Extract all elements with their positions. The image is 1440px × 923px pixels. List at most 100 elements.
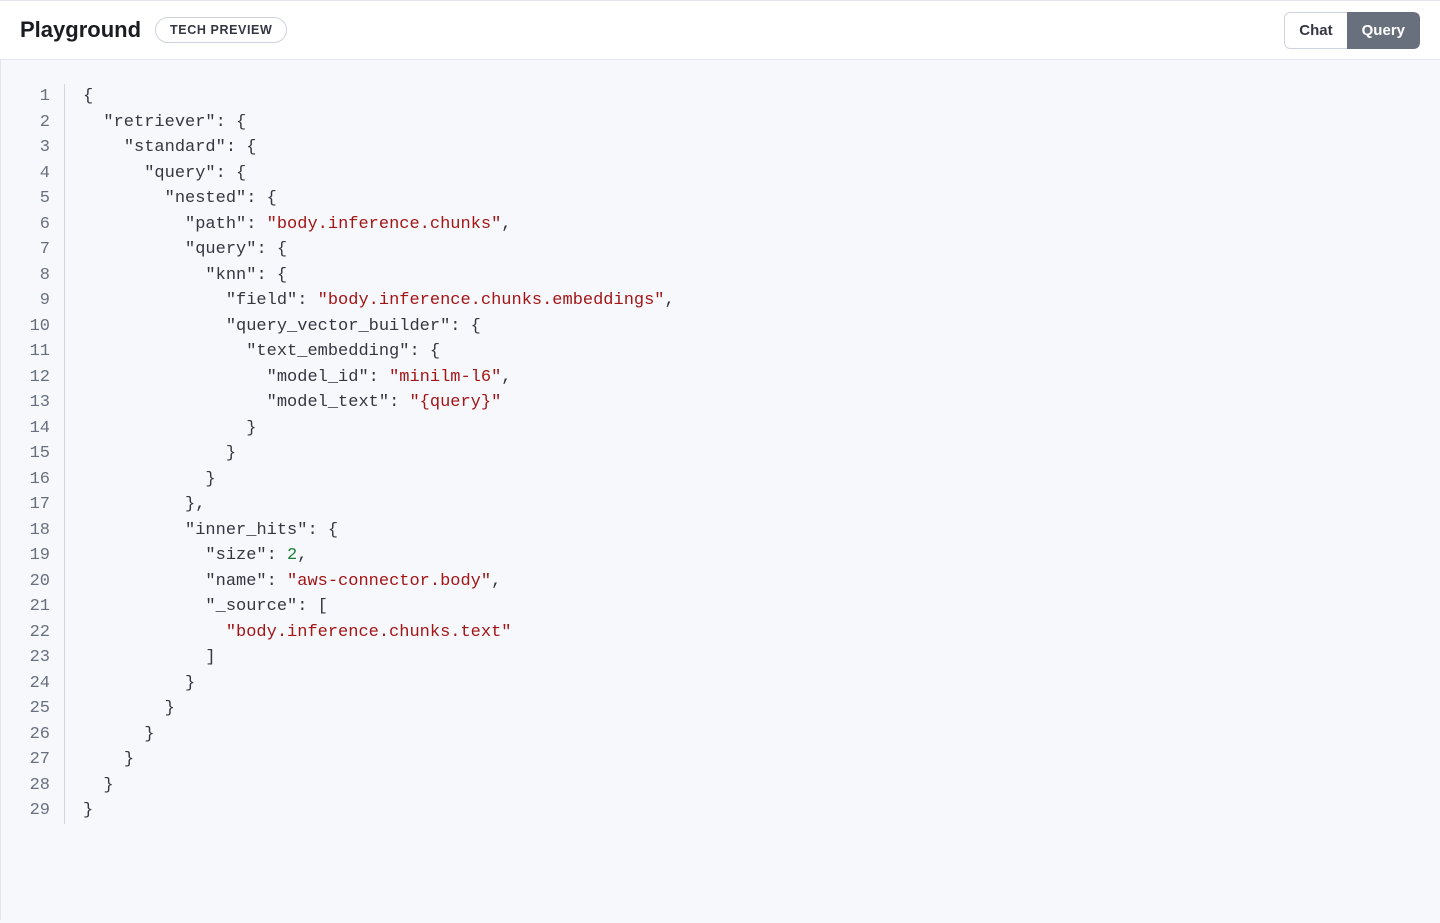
token-str: "body.inference.chunks" [267,215,502,234]
code-line[interactable]: "field": "body.inference.chunks.embeddin… [83,288,675,314]
line-number: 12 [21,365,50,391]
code-line[interactable]: } [83,773,675,799]
line-number: 5 [21,186,50,212]
token-punc: ] [205,648,215,667]
code-line[interactable]: "body.inference.chunks.text" [83,620,675,646]
editor-code[interactable]: { "retriever": { "standard": { "query": … [65,84,675,824]
token-punc: } [205,470,215,489]
token-str: "aws-connector.body" [287,572,491,591]
code-line[interactable]: } [83,416,675,442]
token-punc: : [267,572,287,591]
line-number: 10 [21,314,50,340]
code-line[interactable]: "query": { [83,237,675,263]
token-punc: , [501,368,511,387]
code-line[interactable]: "inner_hits": { [83,518,675,544]
line-number: 20 [21,569,50,595]
code-line[interactable]: } [83,696,675,722]
line-number: 22 [21,620,50,646]
line-number: 26 [21,722,50,748]
token-key: "nested" [165,189,247,208]
line-number: 17 [21,492,50,518]
line-number: 29 [21,798,50,824]
line-number: 3 [21,135,50,161]
line-number: 25 [21,696,50,722]
token-punc: } [226,444,236,463]
token-punc: : [ [297,597,328,616]
code-line[interactable]: ] [83,645,675,671]
token-key: "name" [205,572,266,591]
token-key: "knn" [205,266,256,285]
token-key: "size" [205,546,266,565]
line-number: 6 [21,212,50,238]
code-line[interactable]: "path": "body.inference.chunks", [83,212,675,238]
code-line[interactable]: "text_embedding": { [83,339,675,365]
token-key: "inner_hits" [185,521,307,540]
main-area: 1234567891011121314151617181920212223242… [0,60,1440,920]
line-number: 11 [21,339,50,365]
line-number: 8 [21,263,50,289]
token-num: 2 [287,546,297,565]
code-line[interactable]: "size": 2, [83,543,675,569]
code-line[interactable]: "nested": { [83,186,675,212]
token-punc: } [83,801,93,820]
token-punc: , [501,215,511,234]
code-line[interactable]: } [83,722,675,748]
token-key: "field" [226,291,297,310]
code-line[interactable]: } [83,747,675,773]
code-line[interactable]: } [83,798,675,824]
line-number: 9 [21,288,50,314]
token-key: "retriever" [103,113,215,132]
line-number: 14 [21,416,50,442]
code-line[interactable]: { [83,84,675,110]
topbar: Playground TECH PREVIEW Chat Query [0,0,1440,60]
code-line[interactable]: "query": { [83,161,675,187]
token-punc: : { [307,521,338,540]
token-punc: } [103,776,113,795]
code-line[interactable]: "model_text": "{query}" [83,390,675,416]
code-line[interactable]: "standard": { [83,135,675,161]
token-punc: } [246,419,256,438]
token-punc: , [297,546,307,565]
token-punc: } [185,674,195,693]
code-line[interactable]: "_source": [ [83,594,675,620]
code-line[interactable]: "model_id": "minilm-l6", [83,365,675,391]
token-key: "query" [144,164,215,183]
code-line[interactable]: "name": "aws-connector.body", [83,569,675,595]
query-editor[interactable]: 1234567891011121314151617181920212223242… [21,84,1420,824]
token-punc: : { [256,266,287,285]
token-punc: : { [216,164,247,183]
line-number: 2 [21,110,50,136]
code-line[interactable]: "knn": { [83,263,675,289]
page-title: Playground [20,17,141,43]
token-str: "body.inference.chunks.embeddings" [318,291,665,310]
code-line[interactable]: "retriever": { [83,110,675,136]
token-punc: }, [185,495,205,514]
token-punc: : [297,291,317,310]
token-punc: : [267,546,287,565]
token-str: "minilm-l6" [389,368,501,387]
token-key: "_source" [205,597,297,616]
token-key: "model_id" [267,368,369,387]
query-toggle-button[interactable]: Query [1347,12,1420,49]
code-line[interactable]: } [83,671,675,697]
line-number: 15 [21,441,50,467]
token-punc: } [165,699,175,718]
token-key: "standard" [124,138,226,157]
code-line[interactable]: } [83,467,675,493]
line-number: 27 [21,747,50,773]
line-number: 13 [21,390,50,416]
code-line[interactable]: }, [83,492,675,518]
code-line[interactable]: "query_vector_builder": { [83,314,675,340]
editor-gutter: 1234567891011121314151617181920212223242… [21,84,65,824]
line-number: 24 [21,671,50,697]
token-punc: : { [450,317,481,336]
token-punc: : { [216,113,247,132]
code-line[interactable]: } [83,441,675,467]
tech-preview-badge: TECH PREVIEW [155,17,287,43]
line-number: 1 [21,84,50,110]
token-key: "query_vector_builder" [226,317,450,336]
chat-toggle-button[interactable]: Chat [1284,12,1346,49]
token-punc: , [665,291,675,310]
line-number: 23 [21,645,50,671]
line-number: 7 [21,237,50,263]
